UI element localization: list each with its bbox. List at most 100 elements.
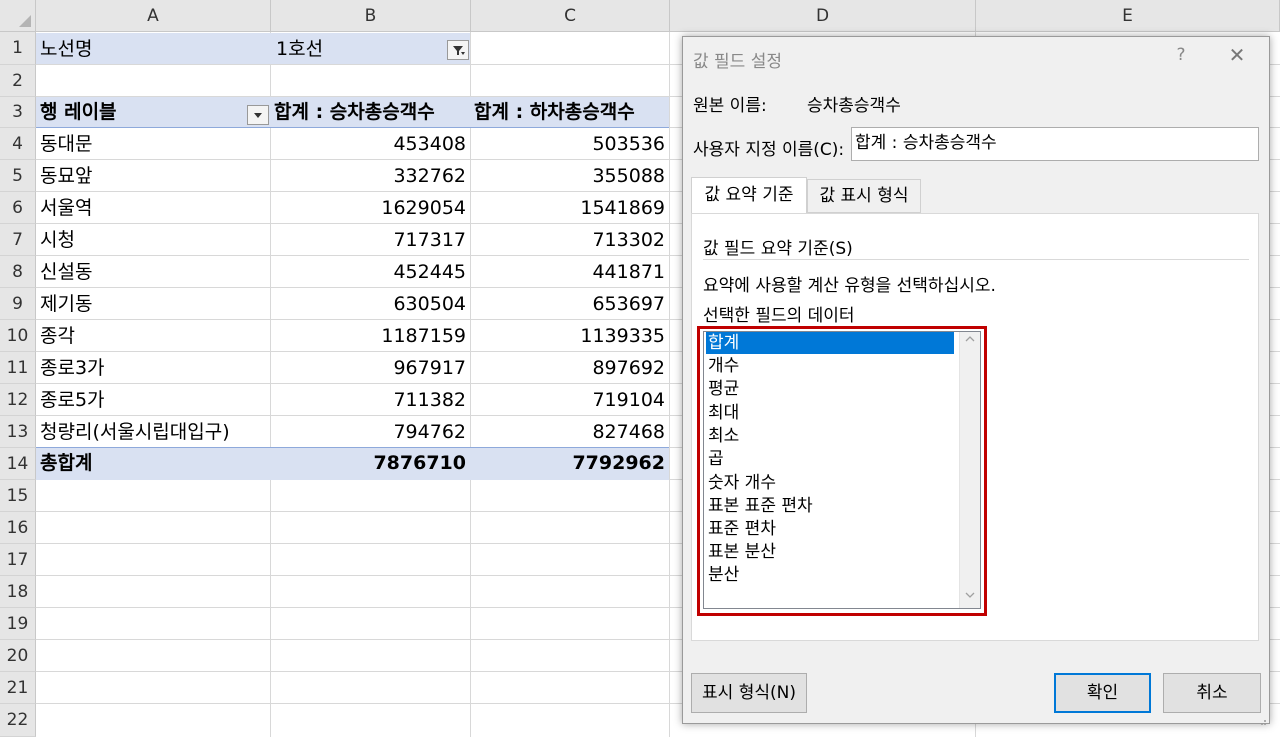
pivot-value[interactable]: 897692 [471,352,669,384]
source-name-value: 승차총승객수 [807,96,901,116]
number-format-button[interactable]: 표시 형식(N) [691,673,807,713]
list-item[interactable]: 최대 [706,402,954,424]
row-header[interactable]: 3 [0,97,36,128]
pivot-value[interactable]: 711382 [271,384,470,416]
resize-grip-icon[interactable] [1257,711,1267,725]
column-header-a[interactable]: A [36,0,271,32]
source-name-label: 원본 이름: [693,96,767,116]
pivot-value[interactable]: 355088 [471,160,669,192]
row-header[interactable]: 6 [0,192,36,224]
row-header[interactable]: 20 [0,640,36,672]
pivot-value[interactable]: 630504 [271,288,470,320]
column-header-d[interactable]: D [670,0,976,32]
row-header[interactable]: 8 [0,256,36,288]
pivot-value[interactable]: 794762 [271,416,470,448]
divider [703,259,1249,260]
pivot-row-label[interactable]: 종각 [40,320,270,352]
pivot-value[interactable]: 1629054 [271,192,470,224]
pivot-value[interactable]: 441871 [471,256,669,288]
cancel-button[interactable]: 취소 [1163,673,1261,713]
pivot-row-label[interactable]: 동묘앞 [40,160,270,192]
list-item[interactable]: 합계 [706,332,954,354]
scroll-up-icon[interactable] [960,334,980,350]
summary-type-list[interactable]: 합계 개수 평균 최대 최소 곱 숫자 개수 표본 표준 편차 표준 편차 표본… [703,331,981,609]
grand-total-label[interactable]: 총합계 [40,448,270,479]
row-header[interactable]: 4 [0,128,36,160]
row-header[interactable]: 2 [0,65,36,97]
pivot-value[interactable]: 1541869 [471,192,669,224]
pivot-value[interactable]: 332762 [271,160,470,192]
row-header[interactable]: 14 [0,448,36,480]
ok-button[interactable]: 확인 [1054,673,1151,713]
data-label: 선택한 필드의 데이터 [703,306,855,326]
row-header[interactable]: 1 [0,32,36,65]
row-header[interactable]: 18 [0,576,36,608]
pivot-value[interactable]: 719104 [471,384,669,416]
pivot-row-label[interactable]: 청량리(서울시립대입구) [40,416,270,448]
row-header[interactable]: 7 [0,224,36,256]
help-icon[interactable]: ? [1169,45,1193,65]
pivot-value[interactable]: 453408 [271,128,470,160]
list-scrollbar[interactable] [959,332,980,608]
filter-icon[interactable] [447,40,469,60]
row-header[interactable]: 13 [0,416,36,448]
select-all-corner[interactable] [0,0,36,32]
pivot-row-label[interactable]: 종로3가 [40,352,270,384]
row-header[interactable]: 22 [0,704,36,737]
pivot-row-label[interactable]: 종로5가 [40,384,270,416]
row-header[interactable]: 16 [0,512,36,544]
row-header[interactable]: 9 [0,288,36,320]
column-header-c[interactable]: C [471,0,670,32]
list-item[interactable]: 표본 분산 [706,541,954,563]
grand-total-value[interactable]: 7792962 [471,448,669,479]
row-header[interactable]: 21 [0,672,36,704]
list-item[interactable]: 개수 [706,355,954,377]
pivot-row-label[interactable]: 서울역 [40,192,270,224]
list-item[interactable]: 숫자 개수 [706,472,954,494]
column-header-e[interactable]: E [976,0,1280,32]
dropdown-arrow-icon[interactable] [247,105,269,125]
pivot-value[interactable]: 503536 [471,128,669,160]
list-item[interactable]: 평균 [706,378,954,400]
pivot-value[interactable]: 827468 [471,416,669,448]
pivot-value[interactable]: 717317 [271,224,470,256]
list-item[interactable]: 분산 [706,564,954,586]
custom-name-label: 사용자 지정 이름(C): [693,140,845,160]
scroll-down-icon[interactable] [960,590,980,606]
custom-name-input[interactable]: 합계 : 승차총승객수 [851,127,1259,161]
pivot-value[interactable]: 452445 [271,256,470,288]
pivot-row-label[interactable]: 시청 [40,224,270,256]
pivot-value[interactable]: 967917 [271,352,470,384]
list-item[interactable]: 표본 표준 편차 [706,495,954,517]
pivot-value[interactable]: 713302 [471,224,669,256]
pivot-value[interactable]: 1139335 [471,320,669,352]
filter-value[interactable]: 1호선 [276,35,436,63]
grand-total-value[interactable]: 7876710 [271,448,470,479]
row-header[interactable]: 12 [0,384,36,416]
tab-summarize-by[interactable]: 값 요약 기준 [691,177,807,214]
list-item[interactable]: 최소 [706,425,954,447]
tab-show-values-as[interactable]: 값 표시 형식 [807,179,921,213]
row-header[interactable]: 11 [0,352,36,384]
pivot-value[interactable]: 1187159 [271,320,470,352]
dialog-title: 값 필드 설정 [693,52,783,72]
section-title: 값 필드 요약 기준(S) [703,239,853,259]
pivot-row-label[interactable]: 동대문 [40,128,270,160]
pivot-row-label[interactable]: 신설동 [40,256,270,288]
row-labels-header[interactable]: 행 레이블 [40,97,240,127]
pivot-col-header-c[interactable]: 합계 : 하차총승객수 [474,97,669,127]
column-header-b[interactable]: B [271,0,471,32]
row-header[interactable]: 17 [0,544,36,576]
pivot-value[interactable]: 653697 [471,288,669,320]
pivot-row-label[interactable]: 제기동 [40,288,270,320]
filter-label[interactable]: 노선명 [40,35,268,63]
row-header[interactable]: 10 [0,320,36,352]
row-header[interactable]: 19 [0,608,36,640]
list-item[interactable]: 곱 [706,448,954,470]
row-header[interactable]: 15 [0,480,36,512]
pivot-col-header-b[interactable]: 합계 : 승차총승객수 [274,97,470,127]
list-item[interactable]: 표준 편차 [706,518,954,540]
value-field-settings-dialog: 값 필드 설정 ? ✕ 원본 이름: 승차총승객수 사용자 지정 이름(C): … [682,36,1270,725]
close-icon[interactable]: ✕ [1223,43,1251,67]
row-header[interactable]: 5 [0,160,36,192]
